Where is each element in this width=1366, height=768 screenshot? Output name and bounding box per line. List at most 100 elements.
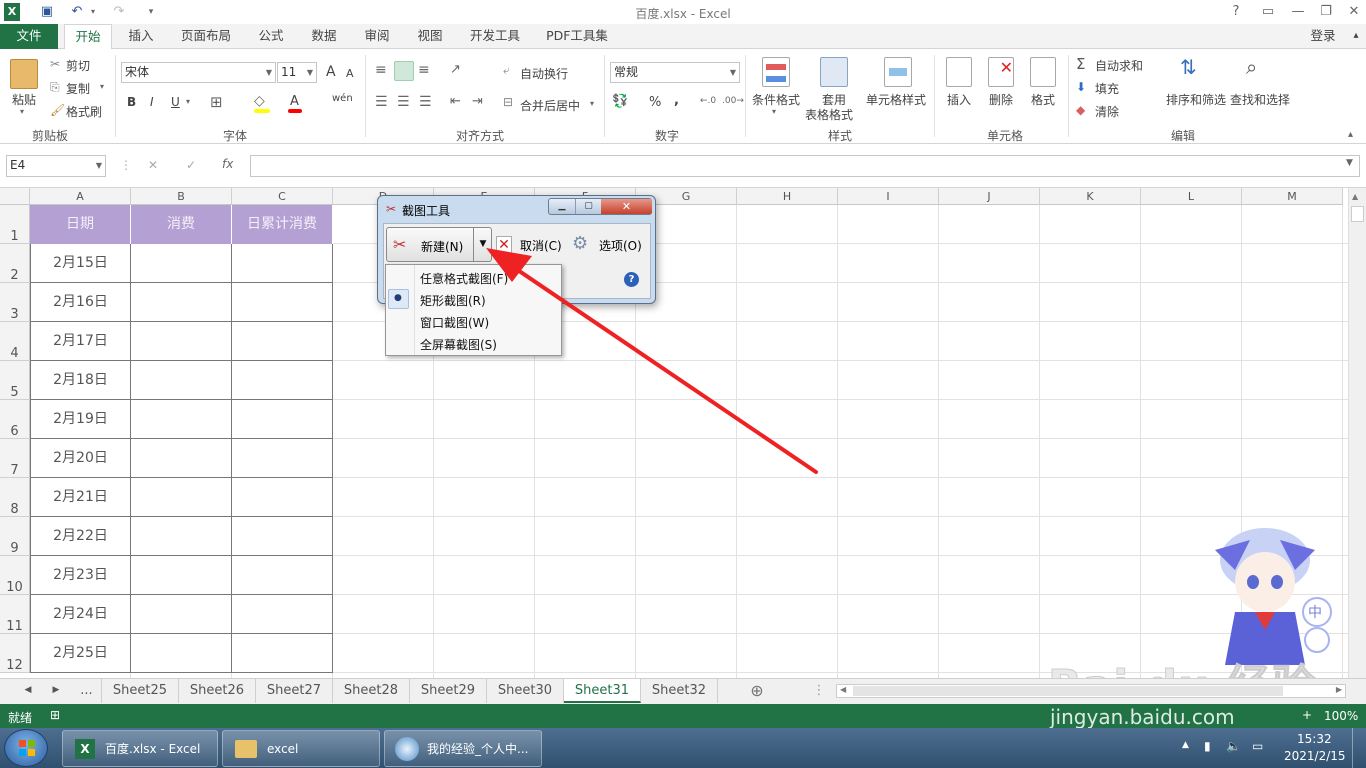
column-header-j[interactable]: J	[939, 188, 1040, 205]
delete-cells-button[interactable]: 删除	[989, 91, 1013, 108]
start-button[interactable]	[4, 729, 48, 767]
tab-home[interactable]: 开始	[64, 24, 112, 50]
table-cell[interactable]	[131, 439, 232, 478]
decrease-decimal-icon[interactable]: .00→	[722, 96, 744, 106]
percent-button[interactable]: %	[649, 95, 661, 110]
underline-button[interactable]: U	[171, 95, 180, 109]
header-cell[interactable]: 日累计消费	[232, 205, 333, 244]
date-cell[interactable]: 2月17日	[30, 322, 131, 361]
taskbar-folder[interactable]: excel	[222, 730, 380, 767]
sheet-tab-sheet32[interactable]: Sheet32	[641, 679, 718, 703]
bold-button[interactable]: B	[127, 95, 136, 109]
fill-color-icon[interactable]: ◇	[254, 93, 265, 109]
table-cell[interactable]	[232, 283, 333, 322]
date-cell[interactable]: 2月23日	[30, 556, 131, 595]
wrap-text-icon[interactable]: ⤶	[503, 63, 510, 78]
shrink-font-button[interactable]: A	[346, 67, 354, 80]
increase-decimal-icon[interactable]: ←.0	[700, 96, 716, 106]
row-header-6[interactable]: 6	[0, 400, 30, 439]
snip-close-button[interactable]: ✕	[601, 199, 652, 214]
column-header-m[interactable]: M	[1242, 188, 1343, 205]
table-cell[interactable]	[232, 322, 333, 361]
decrease-indent-icon[interactable]: ⇤	[450, 94, 461, 109]
zoom-level[interactable]: 100%	[1324, 709, 1358, 723]
tab-splitter-icon[interactable]: ⋮	[812, 679, 826, 703]
tray-volume-icon[interactable]: 🔈	[1226, 739, 1241, 753]
column-header-l[interactable]: L	[1141, 188, 1242, 205]
tab-data[interactable]: 数据	[301, 24, 347, 49]
format-cells-button[interactable]: 格式	[1031, 91, 1055, 108]
conditional-format-button[interactable]: 条件格式	[752, 91, 800, 108]
name-box[interactable]: E4 ▼	[6, 155, 106, 177]
conditional-format-dropdown-icon[interactable]: ▾	[772, 107, 776, 116]
snip-minimize-button[interactable]: ▁	[549, 199, 575, 214]
table-cell[interactable]	[131, 556, 232, 595]
clock-date[interactable]: 2021/2/15	[1284, 749, 1346, 763]
tray-network-icon[interactable]: ▭	[1252, 739, 1263, 753]
copy-button[interactable]: 复制	[66, 80, 90, 97]
row-header-9[interactable]: 9	[0, 517, 30, 556]
clear-button[interactable]: 清除	[1095, 103, 1119, 120]
tab-view[interactable]: 视图	[407, 24, 453, 49]
find-select-button[interactable]: 查找和选择	[1230, 91, 1290, 108]
scroll-left-icon[interactable]: ◀	[840, 685, 846, 694]
fill-icon[interactable]: ⬇	[1076, 80, 1086, 94]
table-cell[interactable]	[131, 400, 232, 439]
delete-cells-icon[interactable]: ✕	[988, 57, 1014, 87]
phonetic-button[interactable]: wén	[332, 93, 353, 104]
autosum-icon[interactable]: Σ	[1076, 55, 1085, 73]
restore-button[interactable]: ❐	[1314, 2, 1338, 22]
taskbar-excel[interactable]: X 百度.xlsx - Excel	[62, 730, 218, 767]
row-header-8[interactable]: 8	[0, 478, 30, 517]
table-cell[interactable]	[131, 283, 232, 322]
merge-center-icon[interactable]: ⊟	[503, 95, 513, 109]
copy-dropdown-icon[interactable]: ▾	[100, 82, 104, 91]
column-header-c[interactable]: C	[232, 188, 333, 205]
insert-cells-icon[interactable]	[946, 57, 972, 87]
table-cell[interactable]	[232, 400, 333, 439]
show-desktop-button[interactable]	[1352, 728, 1366, 768]
align-left-icon[interactable]: ☰	[375, 94, 388, 110]
zoom-in-button[interactable]: +	[1302, 708, 1312, 722]
borders-icon[interactable]: ⊞	[210, 93, 223, 111]
comma-button[interactable]: ,	[674, 93, 679, 108]
header-cell[interactable]: 日期	[30, 205, 131, 244]
date-cell[interactable]: 2月20日	[30, 439, 131, 478]
sheet-tab-sheet30[interactable]: Sheet30	[487, 679, 564, 703]
cut-button[interactable]: 剪切	[66, 57, 90, 74]
sheet-tab-sheet26[interactable]: Sheet26	[179, 679, 256, 703]
cell-styles-icon[interactable]	[884, 57, 912, 87]
row-header-5[interactable]: 5	[0, 361, 30, 400]
table-cell[interactable]	[131, 478, 232, 517]
sort-filter-icon[interactable]: ⇅	[1180, 55, 1197, 79]
row-header-10[interactable]: 10	[0, 556, 30, 595]
row-header-4[interactable]: 4	[0, 322, 30, 361]
orientation-icon[interactable]: ↗	[450, 62, 461, 77]
grow-font-button[interactable]: A	[326, 64, 336, 80]
enter-formula-button[interactable]: ✓	[186, 158, 196, 172]
login-link[interactable]: 登录	[1300, 24, 1346, 49]
font-color-icon[interactable]: A	[290, 94, 299, 109]
table-cell[interactable]	[131, 595, 232, 634]
row-header-12[interactable]: 12	[0, 634, 30, 673]
date-cell[interactable]: 2月21日	[30, 478, 131, 517]
fill-button[interactable]: 填充	[1095, 80, 1119, 97]
merge-center-button[interactable]: 合并后居中	[520, 97, 580, 114]
add-sheet-button[interactable]: ⊕	[742, 679, 772, 703]
scroll-tabs-icon[interactable]: ▴	[1346, 24, 1366, 49]
more-sheets-button[interactable]: ...	[72, 679, 102, 703]
macro-record-icon[interactable]: ⊞	[50, 708, 60, 722]
paste-dropdown-icon[interactable]: ▾	[20, 107, 24, 116]
wrap-text-button[interactable]: 自动换行	[520, 65, 568, 82]
cancel-formula-button[interactable]: ✕	[148, 158, 158, 172]
number-format-combo[interactable]: 常规 ▼	[610, 62, 740, 83]
table-cell[interactable]	[232, 361, 333, 400]
tab-review[interactable]: 审阅	[354, 24, 400, 49]
date-cell[interactable]: 2月15日	[30, 244, 131, 283]
clear-icon[interactable]: ◆	[1076, 103, 1085, 117]
scroll-up-icon[interactable]: ▲	[1352, 192, 1358, 201]
format-as-table-button-line2[interactable]: 表格格式	[805, 106, 853, 123]
paste-button[interactable]: 粘贴	[12, 91, 36, 108]
font-size-combo[interactable]: 11 ▼	[277, 62, 317, 83]
align-top-icon[interactable]: ≡	[375, 62, 387, 78]
